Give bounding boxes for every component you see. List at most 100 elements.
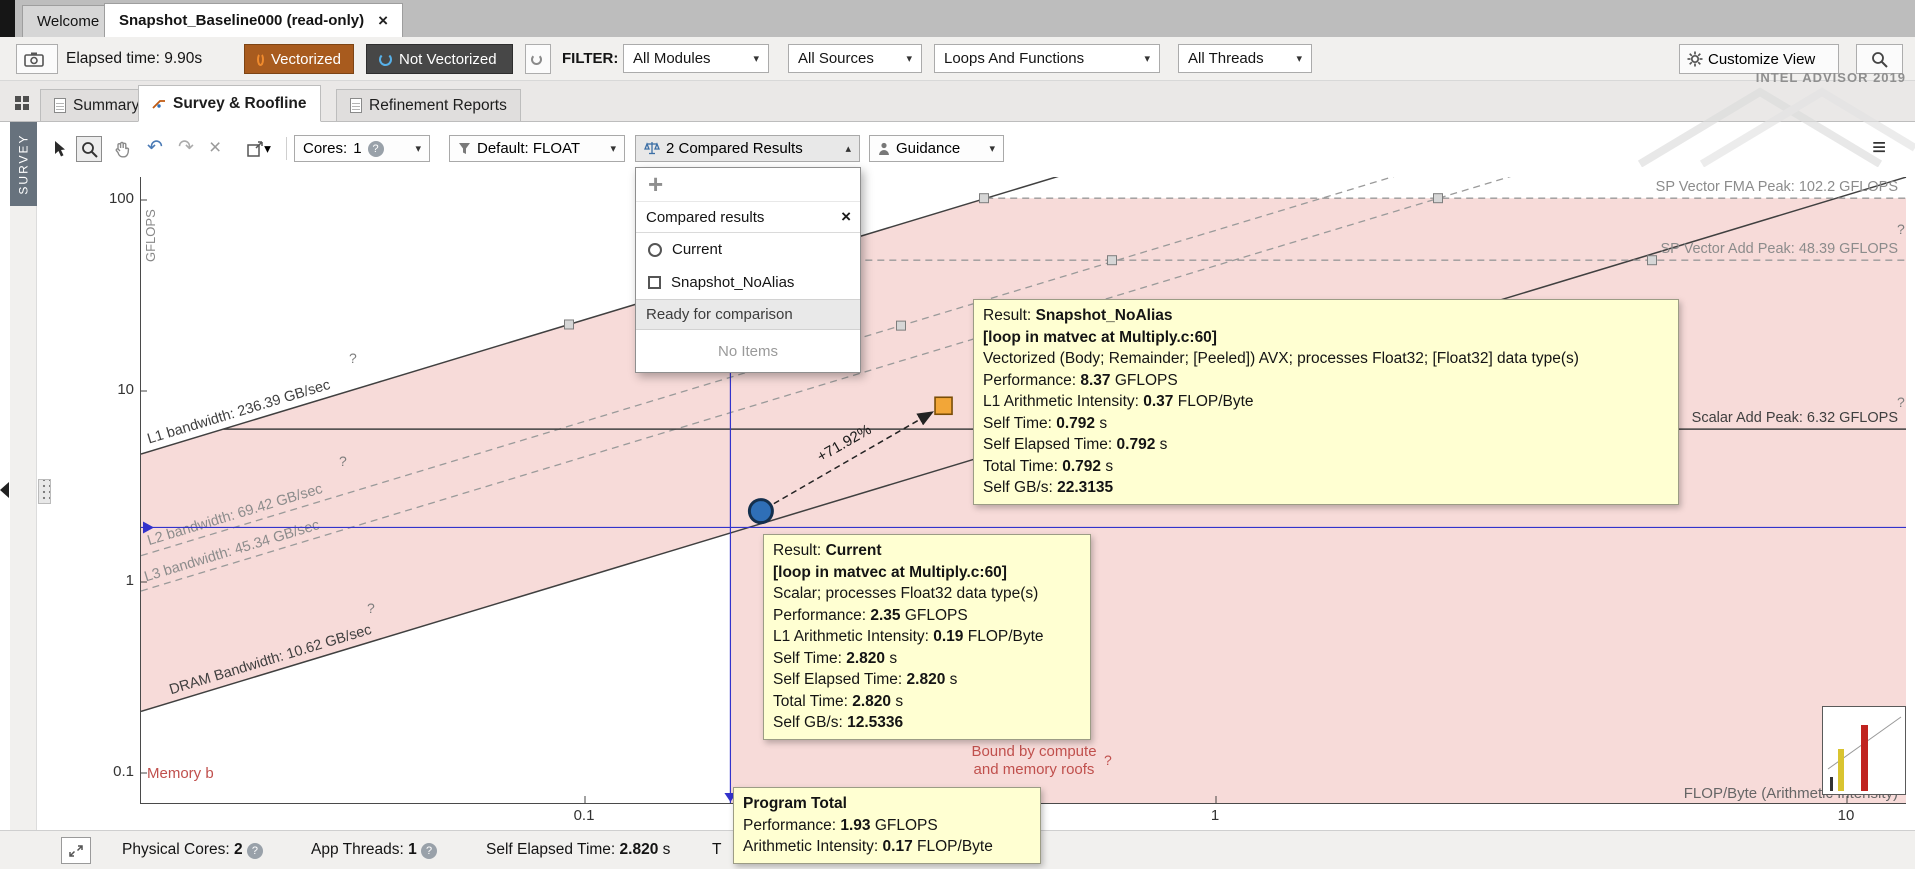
tooltip-row: Self Time: 0.792 s xyxy=(983,413,1669,435)
self-elapsed-status: Self Elapsed Time: 2.820 s xyxy=(486,841,670,859)
splitter-grip[interactable] xyxy=(38,479,51,504)
chevron-down-icon: ▾ xyxy=(744,52,759,65)
vectorized-toggle[interactable]: Vectorized xyxy=(244,44,354,74)
app-threads-status: App Threads: 1 ? xyxy=(311,841,437,859)
not-vectorized-label: Not Vectorized xyxy=(399,51,497,68)
guidance-label: Guidance xyxy=(896,140,960,157)
filter-scope-dropdown[interactable]: Loops And Functions ▾ xyxy=(934,44,1160,73)
zone-memory-label: Memory b xyxy=(147,765,214,782)
undo-icon[interactable]: ↶ xyxy=(147,135,163,161)
main-toolbar: Elapsed time: 9.90s Vectorized Not Vecto… xyxy=(0,37,1915,81)
tab-refinement-reports[interactable]: Refinement Reports xyxy=(336,89,521,122)
tab-welcome[interactable]: Welcome xyxy=(22,5,114,37)
compare-item-current[interactable]: Current xyxy=(636,233,860,266)
roof-label-FMA: SP Vector FMA Peak: 102.2 GFLOPS xyxy=(1656,179,1898,195)
filter-threads-dropdown[interactable]: All Threads ▾ xyxy=(1178,44,1312,73)
roof-handle[interactable] xyxy=(897,321,906,330)
close-panel-icon[interactable]: × xyxy=(841,207,851,227)
roof-handle[interactable] xyxy=(1648,256,1657,265)
compared-results-dropdown[interactable]: 2 Compared Results ▴ xyxy=(635,135,860,162)
not-vectorized-loop-icon xyxy=(379,53,392,66)
tab-survey-label: Survey & Roofline xyxy=(173,95,307,113)
elapsed-time-label: Elapsed time: xyxy=(66,50,160,67)
cancel-zoom-icon[interactable]: × xyxy=(209,135,221,161)
document-icon xyxy=(350,98,362,113)
survey-side-strip: SURVEY xyxy=(10,122,37,830)
filter-scope-value: Loops And Functions xyxy=(944,50,1084,67)
pane-collapse-icon[interactable] xyxy=(0,482,9,498)
refresh-filter-button[interactable] xyxy=(525,44,551,74)
export-button[interactable]: ▾ xyxy=(240,136,278,162)
expand-panel-button[interactable] xyxy=(61,837,91,864)
zone-help-icon[interactable]: ? xyxy=(1104,752,1112,768)
tooltip-row: Self GB/s: 12.5336 xyxy=(773,712,1081,734)
zone-both-label-2: and memory roofs xyxy=(974,761,1095,778)
pan-tool-button[interactable] xyxy=(109,136,135,162)
loop-location: [loop in matvec at Multiply.c:60] xyxy=(983,327,1669,349)
loop-description: Scalar; processes Float32 data type(s) xyxy=(773,583,1081,605)
customize-view-label: Customize View xyxy=(1708,51,1815,68)
y-tick-label: 1 xyxy=(90,572,134,589)
default-float-dropdown[interactable]: Default: FLOAT ▾ xyxy=(449,135,625,162)
result-value: Snapshot_NoAlias xyxy=(1036,307,1173,324)
minimap-chart xyxy=(1823,707,1905,794)
help-icon[interactable]: ? xyxy=(421,843,437,859)
filter-modules-dropdown[interactable]: All Modules ▾ xyxy=(623,44,769,73)
tab-snapshot-baseline[interactable]: Snapshot_Baseline000 (read-only) × xyxy=(104,3,403,37)
vectorized-label: Vectorized xyxy=(271,51,341,68)
result-label: Result: xyxy=(983,307,1036,324)
roofline-toolbar: ↶ ↷ × ▾ Cores: 1 ? ▾ Default: FLOAT ▾ 2 … xyxy=(38,130,1915,167)
perspective-grid-icon[interactable] xyxy=(14,95,30,116)
help-icon[interactable]: ? xyxy=(247,843,263,859)
tooltip-current: Result: Current [loop in matvec at Multi… xyxy=(763,534,1091,740)
roof-handle[interactable] xyxy=(1108,256,1117,265)
ready-for-comparison-header: Ready for comparison xyxy=(636,299,860,330)
roof-help-icon[interactable]: ? xyxy=(349,350,357,366)
tab-welcome-label: Welcome xyxy=(37,13,99,30)
chevron-down-icon: ▾ xyxy=(897,52,912,65)
point-noalias[interactable] xyxy=(935,397,952,414)
camera-icon xyxy=(24,51,44,67)
compare-item-noalias[interactable]: Snapshot_NoAlias xyxy=(636,266,860,299)
zoom-tool-button[interactable] xyxy=(76,136,102,162)
roof-help-icon[interactable]: ? xyxy=(1897,394,1905,410)
roof-help-icon[interactable]: ? xyxy=(1897,221,1905,237)
filter-sources-dropdown[interactable]: All Sources ▾ xyxy=(788,44,922,73)
tab-survey-roofline[interactable]: Survey & Roofline xyxy=(138,85,321,122)
compare-item-noalias-label: Snapshot_NoAlias xyxy=(671,274,794,291)
roof-handle[interactable] xyxy=(980,194,989,203)
compared-results-label: 2 Compared Results xyxy=(666,140,803,157)
roof-help-icon[interactable]: ? xyxy=(339,453,347,469)
tab-snapshot-label: Snapshot_Baseline000 (read-only) xyxy=(119,12,364,29)
radio-icon[interactable] xyxy=(648,243,662,257)
select-tool-button[interactable] xyxy=(46,136,72,162)
window-tab-bar: Welcome Snapshot_Baseline000 (read-only)… xyxy=(0,0,1915,37)
roof-handle[interactable] xyxy=(565,320,574,329)
menu-icon[interactable]: ≡ xyxy=(1872,134,1886,162)
tooltip-row: Self GB/s: 22.3135 xyxy=(983,477,1669,499)
help-icon: ? xyxy=(368,141,384,157)
point-current[interactable] xyxy=(749,500,772,523)
not-vectorized-toggle[interactable]: Not Vectorized xyxy=(366,44,513,74)
app-threads-value: 1 xyxy=(408,841,417,858)
tooltip-row: Total Time: 2.820 s xyxy=(773,691,1081,713)
program-total-title: Program Total xyxy=(743,795,847,812)
vectorized-loop-icon xyxy=(257,53,264,66)
report-tab-bar: Summary Survey & Roofline Refinement Rep… xyxy=(0,81,1915,122)
roof-handle[interactable] xyxy=(1434,194,1443,203)
guidance-dropdown[interactable]: Guidance ▾ xyxy=(869,135,1004,162)
person-icon xyxy=(878,142,890,156)
search-icon xyxy=(1871,51,1888,68)
snapshot-camera-button[interactable] xyxy=(16,44,58,74)
roofline-minimap[interactable] xyxy=(1822,706,1906,795)
add-result-button[interactable]: + xyxy=(636,168,860,202)
loop-location: [loop in matvec at Multiply.c:60] xyxy=(773,562,1081,584)
checkbox-icon[interactable] xyxy=(648,276,661,289)
cores-dropdown[interactable]: Cores: 1 ? ▾ xyxy=(294,135,430,162)
redo-icon[interactable]: ↷ xyxy=(178,135,194,161)
tooltip-row: Performance: 8.37 GFLOPS xyxy=(983,370,1669,392)
tab-summary[interactable]: Summary xyxy=(40,89,153,122)
close-tab-icon[interactable]: × xyxy=(378,11,388,31)
roof-help-icon[interactable]: ? xyxy=(367,600,375,616)
survey-vertical-tab[interactable]: SURVEY xyxy=(10,122,37,206)
